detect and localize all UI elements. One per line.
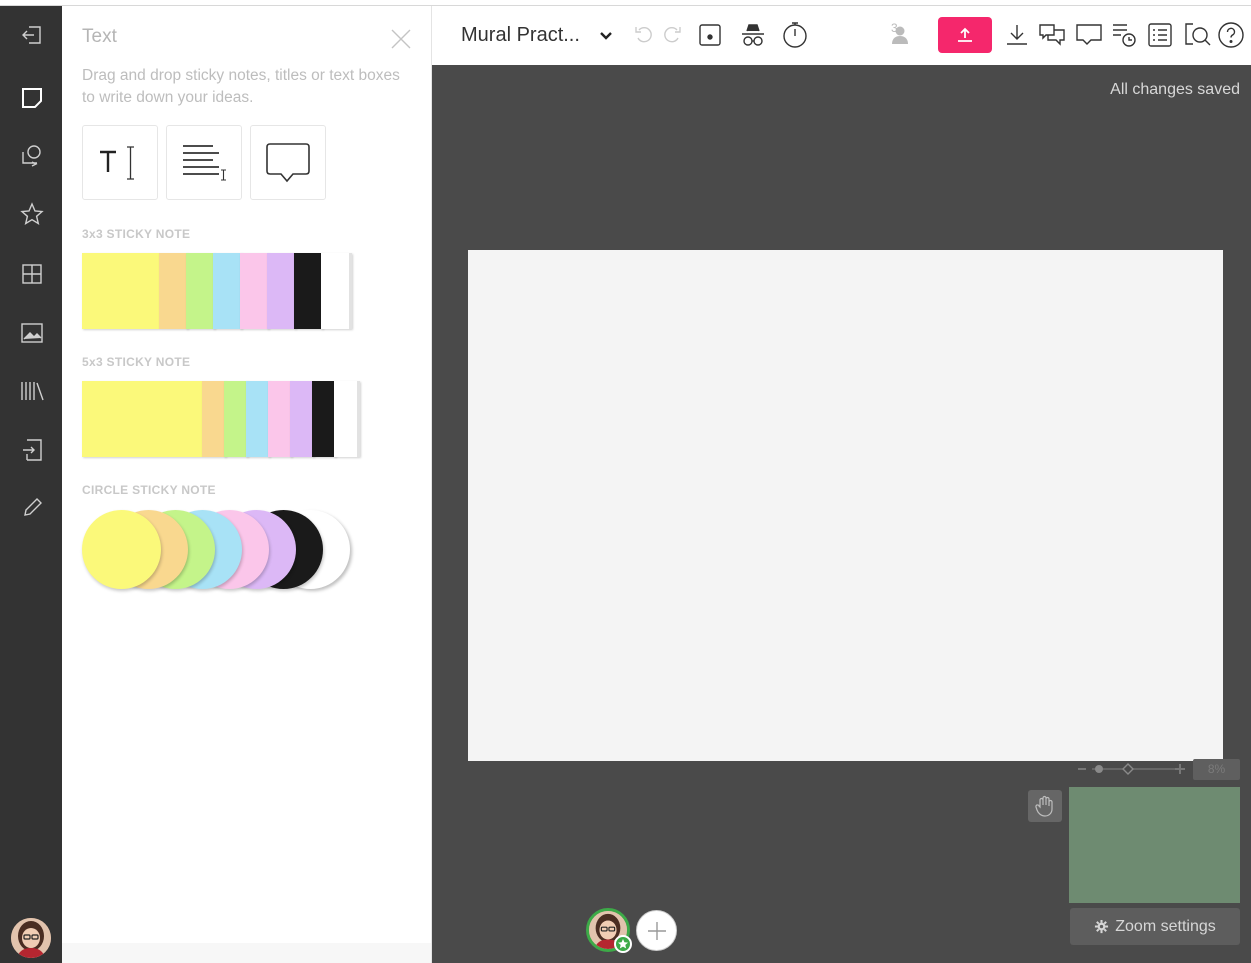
outline-mode-icon[interactable]: [694, 19, 726, 51]
share-icon: [958, 27, 972, 42]
library-icon[interactable]: [16, 375, 48, 407]
sticky-swatch[interactable]: [267, 253, 296, 329]
sticky-swatch[interactable]: [294, 253, 323, 329]
facilitator-star-icon: [614, 935, 632, 953]
chat-icon[interactable]: [1073, 19, 1105, 51]
title-tool[interactable]: [166, 125, 242, 200]
sticky-swatch[interactable]: [290, 381, 314, 457]
add-user-button[interactable]: [636, 910, 677, 951]
chevron-down-icon[interactable]: [598, 26, 614, 44]
zoom-slider[interactable]: [1076, 761, 1192, 777]
timer-icon[interactable]: [779, 19, 811, 51]
sticky-3x3-label: 3x3 STICKY NOTE: [82, 227, 191, 241]
zoom-slider-handle: [1122, 763, 1134, 775]
share-button[interactable]: [938, 17, 992, 53]
panel-footer: [62, 943, 431, 963]
circle-note-label: CIRCLE STICKY NOTE: [82, 483, 216, 497]
text-panel: Text Drag and drop sticky notes, titles …: [62, 6, 432, 963]
text-box-tool[interactable]: [82, 125, 158, 200]
zoom-settings-label: Zoom settings: [1115, 917, 1216, 935]
comment-bubble-icon: [266, 142, 310, 182]
close-icon[interactable]: [388, 26, 414, 52]
redo-icon[interactable]: [656, 19, 688, 51]
star-icon[interactable]: [16, 198, 48, 230]
sticky-swatch[interactable]: [159, 253, 188, 329]
panel-title: Text: [82, 26, 117, 47]
mural-title[interactable]: Mural Pract...: [461, 24, 580, 47]
private-mode-icon[interactable]: [737, 19, 769, 51]
sticky-swatch[interactable]: [334, 381, 360, 457]
sticky-5x3-row[interactable]: [82, 381, 362, 457]
collaborators-icon[interactable]: [884, 19, 916, 51]
grid-frame-icon[interactable]: [16, 258, 48, 290]
panel-description: Drag and drop sticky notes, titles or te…: [82, 67, 400, 106]
collaborator-count: 3: [891, 21, 898, 35]
sticky-swatch[interactable]: [82, 381, 202, 457]
sticky-swatch[interactable]: [82, 253, 159, 329]
mural-board[interactable]: [468, 250, 1223, 761]
hand-tool-icon[interactable]: [1028, 790, 1062, 822]
sticky-swatch[interactable]: [268, 381, 292, 457]
left-rail: [0, 6, 62, 963]
zoom-settings-button[interactable]: Zoom settings: [1070, 908, 1240, 945]
collapse-panel-icon[interactable]: [16, 19, 48, 51]
sticky-swatch[interactable]: [224, 381, 248, 457]
outline-icon[interactable]: [1144, 19, 1176, 51]
sticky-swatch[interactable]: [312, 381, 336, 457]
search-icon[interactable]: [1181, 19, 1213, 51]
comments-icon[interactable]: [1036, 19, 1068, 51]
sticky-swatch[interactable]: [246, 381, 270, 457]
gear-icon: [1095, 919, 1109, 934]
image-icon[interactable]: [16, 317, 48, 349]
sticky-5x3-label: 5x3 STICKY NOTE: [82, 355, 191, 369]
mural-app: Text Drag and drop sticky notes, titles …: [0, 0, 1251, 963]
current-user-avatar[interactable]: [11, 918, 51, 958]
save-status: All changes saved: [1110, 81, 1240, 98]
mural-canvas[interactable]: All changes saved 8% Zoom settings: [432, 65, 1251, 963]
minimap[interactable]: [1069, 787, 1240, 903]
paragraph-icon: [183, 144, 226, 181]
sticky-note-icon[interactable]: [16, 82, 48, 114]
top-toolbar: Mural Pract... 3: [432, 6, 1251, 65]
sticky-swatch[interactable]: [240, 253, 269, 329]
circle-note-row[interactable]: [82, 510, 352, 590]
zoom-in-icon: [1175, 764, 1185, 774]
circle-swatch[interactable]: [82, 510, 161, 589]
help-icon[interactable]: [1215, 19, 1247, 51]
shapes-icon[interactable]: [16, 140, 48, 172]
sticky-swatch[interactable]: [321, 253, 352, 329]
sticky-swatch[interactable]: [213, 253, 242, 329]
sticky-swatch[interactable]: [202, 381, 226, 457]
zoom-value[interactable]: 8%: [1193, 759, 1240, 780]
comment-bubble-tool[interactable]: [250, 125, 326, 200]
import-icon[interactable]: [16, 434, 48, 466]
plus-icon: [647, 921, 666, 940]
sticky-3x3-row[interactable]: [82, 253, 352, 329]
text-cursor-icon: [100, 145, 134, 180]
sticky-swatch[interactable]: [186, 253, 215, 329]
pencil-icon[interactable]: [16, 492, 48, 524]
export-icon[interactable]: [1001, 19, 1033, 51]
activity-icon[interactable]: [1108, 19, 1140, 51]
